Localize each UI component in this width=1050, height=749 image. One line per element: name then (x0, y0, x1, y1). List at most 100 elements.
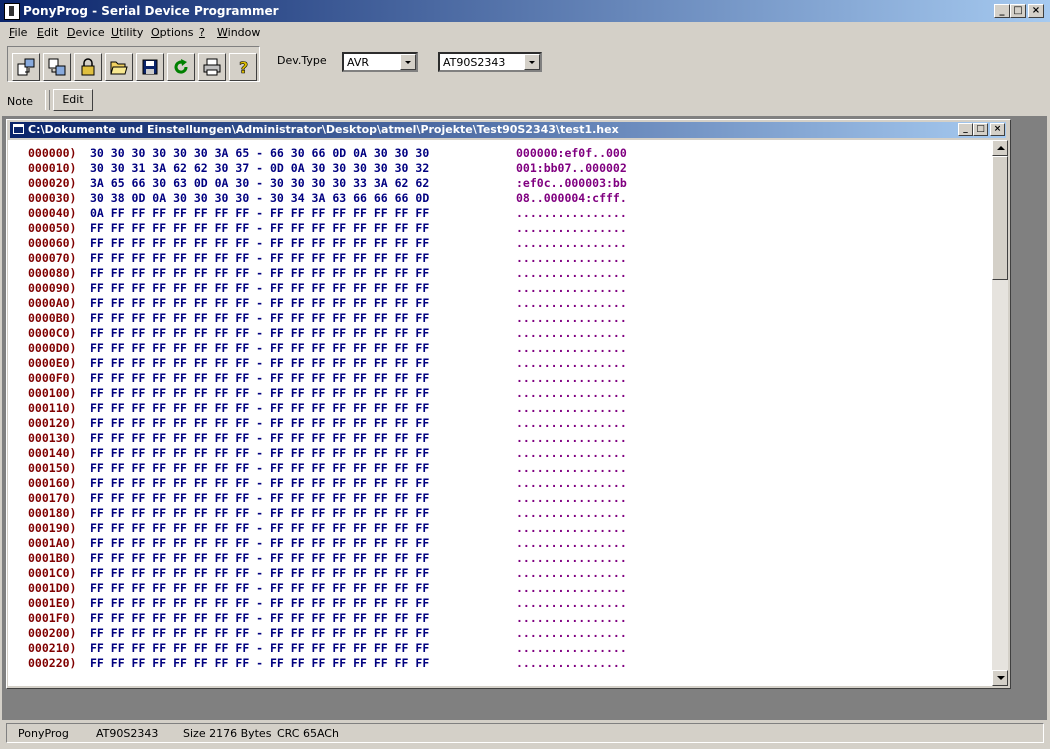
reload-button[interactable] (167, 53, 195, 81)
hex-bytes[interactable]: FF FF FF FF FF FF FF FF - FF FF FF FF FF… (90, 266, 429, 281)
hex-ascii[interactable]: ................ (516, 656, 627, 671)
hex-bytes[interactable]: FF FF FF FF FF FF FF FF - FF FF FF FF FF… (90, 611, 429, 626)
write-device-button[interactable] (43, 53, 71, 81)
hex-ascii[interactable]: ................ (516, 626, 627, 641)
menu-device[interactable]: Device (67, 26, 105, 39)
hex-row[interactable]: 000190) FF FF FF FF FF FF FF FF - FF FF F… (28, 521, 627, 536)
hex-row[interactable]: 0000E0) FF FF FF FF FF FF FF FF - FF FF F… (28, 356, 627, 371)
menu-edit[interactable]: Edit (37, 26, 58, 39)
hex-row[interactable]: 0001D0) FF FF FF FF FF FF FF FF - FF FF F… (28, 581, 627, 596)
hex-bytes[interactable]: FF FF FF FF FF FF FF FF - FF FF FF FF FF… (90, 581, 429, 596)
hex-bytes[interactable]: FF FF FF FF FF FF FF FF - FF FF FF FF FF… (90, 341, 429, 356)
device-model-select[interactable]: AT90S2343 (438, 52, 542, 72)
hex-row[interactable]: 000120) FF FF FF FF FF FF FF FF - FF FF F… (28, 416, 627, 431)
hex-bytes[interactable]: FF FF FF FF FF FF FF FF - FF FF FF FF FF… (90, 566, 429, 581)
hex-ascii[interactable]: ................ (516, 446, 627, 461)
hex-bytes[interactable]: FF FF FF FF FF FF FF FF - FF FF FF FF FF… (90, 371, 429, 386)
hex-bytes[interactable]: FF FF FF FF FF FF FF FF - FF FF FF FF FF… (90, 551, 429, 566)
hex-row[interactable]: 000000) 30 30 30 30 30 30 3A 65 - 66 30 6… (28, 146, 627, 161)
hex-ascii[interactable]: ................ (516, 401, 627, 416)
hex-bytes[interactable]: FF FF FF FF FF FF FF FF - FF FF FF FF FF… (90, 656, 429, 671)
hex-ascii[interactable]: ................ (516, 566, 627, 581)
hex-row[interactable]: 000170) FF FF FF FF FF FF FF FF - FF FF F… (28, 491, 627, 506)
hex-row[interactable]: 000040) 0A FF FF FF FF FF FF FF - FF FF F… (28, 206, 627, 221)
child-minimize-button[interactable]: _ (958, 123, 973, 136)
hex-bytes[interactable]: 0A FF FF FF FF FF FF FF - FF FF FF FF FF… (90, 206, 429, 221)
hex-row[interactable]: 000200) FF FF FF FF FF FF FF FF - FF FF F… (28, 626, 627, 641)
hex-bytes[interactable]: FF FF FF FF FF FF FF FF - FF FF FF FF FF… (90, 491, 429, 506)
hex-ascii[interactable]: ................ (516, 581, 627, 596)
hex-ascii[interactable]: ................ (516, 206, 627, 221)
child-title-bar[interactable]: C:\Dokumente und Einstellungen\Administr… (10, 122, 1006, 138)
menu-utility[interactable]: Utility (111, 26, 143, 39)
hex-ascii[interactable]: ................ (516, 311, 627, 326)
hex-bytes[interactable]: FF FF FF FF FF FF FF FF - FF FF FF FF FF… (90, 461, 429, 476)
hex-bytes[interactable]: FF FF FF FF FF FF FF FF - FF FF FF FF FF… (90, 296, 429, 311)
chevron-down-icon[interactable] (524, 54, 540, 70)
hex-bytes[interactable]: FF FF FF FF FF FF FF FF - FF FF FF FF FF… (90, 641, 429, 656)
hex-ascii[interactable]: ................ (516, 431, 627, 446)
hex-row[interactable]: 000070) FF FF FF FF FF FF FF FF - FF FF F… (28, 251, 627, 266)
hex-bytes[interactable]: FF FF FF FF FF FF FF FF - FF FF FF FF FF… (90, 521, 429, 536)
hex-row[interactable]: 000090) FF FF FF FF FF FF FF FF - FF FF F… (28, 281, 627, 296)
main-title-bar[interactable]: PonyProg - Serial Device Programmer _ □ … (0, 0, 1050, 22)
child-maximize-button[interactable]: □ (973, 123, 988, 136)
hex-row[interactable]: 000110) FF FF FF FF FF FF FF FF - FF FF F… (28, 401, 627, 416)
hex-bytes[interactable]: FF FF FF FF FF FF FF FF - FF FF FF FF FF… (90, 236, 429, 251)
hex-ascii[interactable]: 001:bb07..000002 (516, 161, 627, 176)
hex-bytes[interactable]: FF FF FF FF FF FF FF FF - FF FF FF FF FF… (90, 446, 429, 461)
hex-ascii[interactable]: ................ (516, 296, 627, 311)
hex-ascii[interactable]: ................ (516, 476, 627, 491)
hex-bytes[interactable]: FF FF FF FF FF FF FF FF - FF FF FF FF FF… (90, 416, 429, 431)
hex-row[interactable]: 0001E0) FF FF FF FF FF FF FF FF - FF FF F… (28, 596, 627, 611)
hex-bytes[interactable]: FF FF FF FF FF FF FF FF - FF FF FF FF FF… (90, 476, 429, 491)
hex-row[interactable]: 000140) FF FF FF FF FF FF FF FF - FF FF F… (28, 446, 627, 461)
lock-button[interactable] (74, 53, 102, 81)
hex-ascii[interactable]: ................ (516, 281, 627, 296)
hex-bytes[interactable]: FF FF FF FF FF FF FF FF - FF FF FF FF FF… (90, 221, 429, 236)
hex-bytes[interactable]: FF FF FF FF FF FF FF FF - FF FF FF FF FF… (90, 506, 429, 521)
hex-ascii[interactable]: 08..000004:cfff. (516, 191, 627, 206)
hex-bytes[interactable]: FF FF FF FF FF FF FF FF - FF FF FF FF FF… (90, 356, 429, 371)
hex-row[interactable]: 000130) FF FF FF FF FF FF FF FF - FF FF F… (28, 431, 627, 446)
hex-bytes[interactable]: FF FF FF FF FF FF FF FF - FF FF FF FF FF… (90, 596, 429, 611)
hex-row[interactable]: 0000F0) FF FF FF FF FF FF FF FF - FF FF F… (28, 371, 627, 386)
help-button[interactable]: ? (229, 53, 257, 81)
save-button[interactable] (136, 53, 164, 81)
hex-ascii[interactable]: ................ (516, 371, 627, 386)
hex-bytes[interactable]: FF FF FF FF FF FF FF FF - FF FF FF FF FF… (90, 626, 429, 641)
hex-ascii[interactable]: ................ (516, 341, 627, 356)
hex-row[interactable]: 000160) FF FF FF FF FF FF FF FF - FF FF F… (28, 476, 627, 491)
hex-bytes[interactable]: FF FF FF FF FF FF FF FF - FF FF FF FF FF… (90, 311, 429, 326)
chevron-down-icon[interactable] (400, 54, 416, 70)
hex-ascii[interactable]: ................ (516, 221, 627, 236)
hex-row[interactable]: 0000B0) FF FF FF FF FF FF FF FF - FF FF F… (28, 311, 627, 326)
open-file-button[interactable] (105, 53, 133, 81)
hex-ascii[interactable]: ................ (516, 641, 627, 656)
hex-bytes[interactable]: 30 30 31 3A 62 62 30 37 - 0D 0A 30 30 30… (90, 161, 429, 176)
hex-ascii[interactable]: ................ (516, 461, 627, 476)
hex-bytes[interactable]: FF FF FF FF FF FF FF FF - FF FF FF FF FF… (90, 326, 429, 341)
scroll-down-button[interactable] (992, 670, 1008, 686)
print-button[interactable] (198, 53, 226, 81)
edit-note-button[interactable]: Edit (53, 89, 93, 111)
hex-ascii[interactable]: ................ (516, 551, 627, 566)
hex-row[interactable]: 000180) FF FF FF FF FF FF FF FF - FF FF F… (28, 506, 627, 521)
scroll-up-button[interactable] (992, 140, 1008, 156)
hex-bytes[interactable]: 3A 65 66 30 63 0D 0A 30 - 30 30 30 30 33… (90, 176, 429, 191)
hex-row[interactable]: 0001C0) FF FF FF FF FF FF FF FF - FF FF F… (28, 566, 627, 581)
hex-ascii[interactable]: ................ (516, 596, 627, 611)
close-button[interactable]: × (1028, 4, 1044, 18)
hex-row[interactable]: 0001B0) FF FF FF FF FF FF FF FF - FF FF F… (28, 551, 627, 566)
menu-file[interactable]: File (9, 26, 27, 39)
hex-ascii[interactable]: ................ (516, 491, 627, 506)
hex-ascii[interactable]: ................ (516, 386, 627, 401)
hex-ascii[interactable]: ................ (516, 326, 627, 341)
hex-ascii[interactable]: ................ (516, 521, 627, 536)
hex-row[interactable]: 000010) 30 30 31 3A 62 62 30 37 - 0D 0A 3… (28, 161, 627, 176)
hex-bytes[interactable]: FF FF FF FF FF FF FF FF - FF FF FF FF FF… (90, 431, 429, 446)
hex-ascii[interactable]: ................ (516, 356, 627, 371)
hex-row[interactable]: 000150) FF FF FF FF FF FF FF FF - FF FF F… (28, 461, 627, 476)
minimize-button[interactable]: _ (994, 4, 1010, 18)
menu-help[interactable]: ? (199, 26, 205, 39)
